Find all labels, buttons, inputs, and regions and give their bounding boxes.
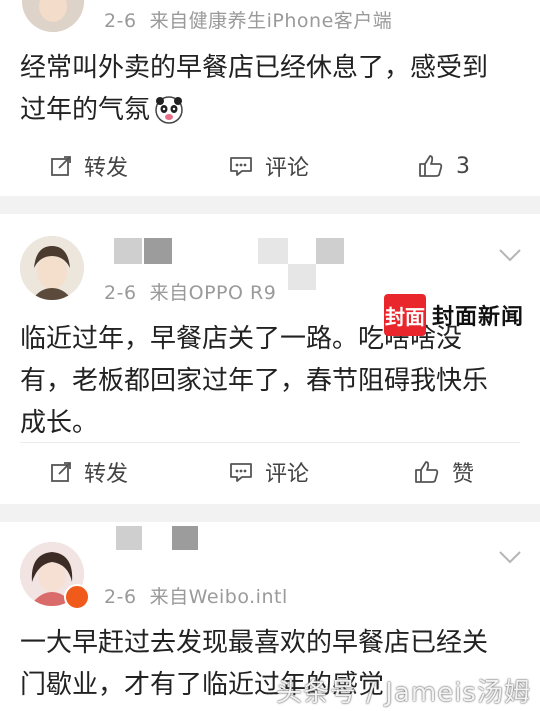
post-1: 2-6 来自健康养生iPhone客户端 经常叫外卖的早餐店已经休息了，感受到 过… <box>0 0 540 196</box>
post-actions: 转发 评论 3 <box>0 136 540 196</box>
comment-label: 评论 <box>265 462 310 487</box>
post-text-line: 经常叫外卖的早餐店已经休息了，感受到 <box>20 53 489 83</box>
like-button[interactable]: 赞 <box>414 442 474 502</box>
post-text-line: 一大早赶过去发现最喜欢的早餐店已经关 <box>20 628 489 658</box>
blurred-username <box>114 238 142 264</box>
post-source[interactable]: 来自Weibo.intl <box>150 586 288 608</box>
blurred-username <box>316 238 344 264</box>
panda-emoji-icon <box>155 96 183 124</box>
repost-icon <box>51 156 71 176</box>
blurred-username <box>288 264 316 290</box>
post-text-line-2: 过年的气氛 <box>20 89 520 131</box>
comment-icon <box>230 463 252 482</box>
fengmian-news-logo: 封面 封面新闻 <box>384 292 540 338</box>
comment-label: 评论 <box>265 156 310 181</box>
post-text-line: 有，老板都回家过年了，春节阻碍我快乐 <box>20 366 489 396</box>
comment-button[interactable]: 评论 <box>229 442 309 502</box>
post-meta: 2-6 来自健康养生iPhone客户端 <box>104 6 392 33</box>
like-label: 赞 <box>452 462 475 487</box>
repost-icon <box>51 462 71 482</box>
post-text-line: 成长。 <box>20 408 99 438</box>
blurred-username <box>258 238 288 264</box>
chevron-down-icon[interactable] <box>498 550 522 564</box>
post-date: 2-6 <box>104 282 137 304</box>
chevron-down-icon[interactable] <box>498 248 522 262</box>
avatar-image <box>20 236 84 300</box>
watermark: 头条号 / Jameis汤姆 <box>276 678 531 708</box>
post-separator <box>0 504 540 522</box>
comment-button[interactable]: 评论 <box>229 136 309 196</box>
post-date: 2-6 <box>104 586 137 608</box>
post-text: 经常叫外卖的早餐店已经休息了，感受到 过年的气氛 <box>20 47 520 131</box>
post-date: 2-6 <box>104 10 137 32</box>
repost-button[interactable]: 转发 <box>50 442 128 502</box>
post-text-line: 过年的气氛 <box>20 95 151 125</box>
post-meta: 2-6 来自OPPO R9 <box>104 278 276 305</box>
avatar[interactable] <box>22 0 84 32</box>
thumbs-up-icon <box>415 461 439 483</box>
logo-name: 封面新闻 <box>432 305 525 330</box>
post-meta: 2-6 来自Weibo.intl <box>104 582 288 609</box>
logo-badge: 封面 <box>384 294 426 336</box>
repost-label: 转发 <box>84 156 129 181</box>
post-2: 2-6 来自OPPO R9 临近过年，早餐店关了一路。吃啥啥没 有，老板都回家过… <box>0 214 540 504</box>
post-separator <box>0 196 540 214</box>
repost-label: 转发 <box>84 462 129 487</box>
avatar[interactable] <box>20 236 84 300</box>
blurred-username <box>144 238 172 264</box>
avatar-image <box>22 0 84 32</box>
like-count: 3 <box>456 153 470 179</box>
post-source[interactable]: 来自健康养生iPhone客户端 <box>150 10 393 32</box>
post-actions: 转发 评论 赞 <box>0 442 540 502</box>
repost-button[interactable]: 转发 <box>50 136 128 196</box>
comment-icon <box>230 157 252 176</box>
blurred-username <box>172 526 198 550</box>
like-button[interactable]: 3 <box>418 136 470 196</box>
verified-badge-icon <box>64 584 90 610</box>
thumbs-up-icon <box>419 155 443 177</box>
post-source[interactable]: 来自OPPO R9 <box>150 282 277 304</box>
blurred-username <box>116 526 142 550</box>
